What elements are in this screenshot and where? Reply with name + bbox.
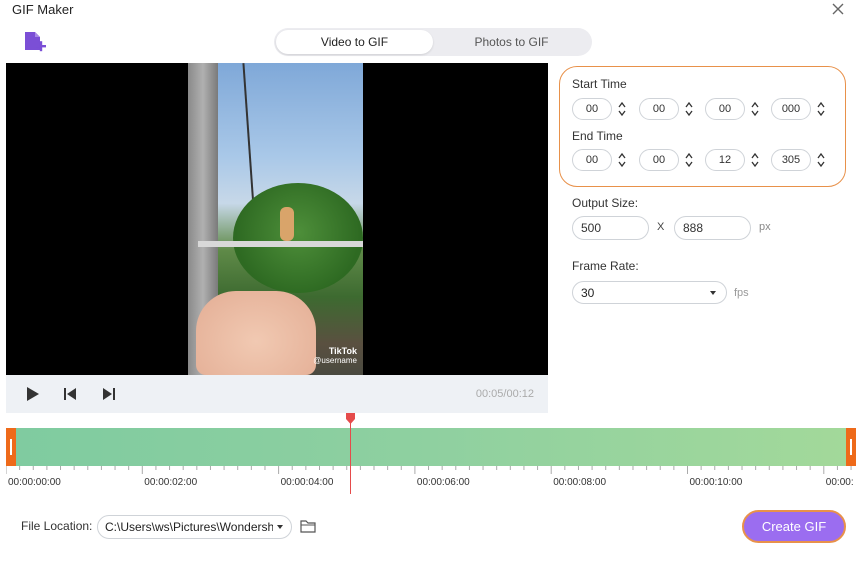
end-milliseconds-input[interactable]: 305 [771, 149, 811, 171]
timeline-ruler [6, 466, 852, 474]
file-location-value: C:\Users\ws\Pictures\Wondershare [105, 520, 273, 534]
hand [196, 291, 316, 375]
chevron-down-icon [708, 287, 718, 301]
folder-icon[interactable] [299, 517, 317, 535]
spin-arrows-icon[interactable] [615, 149, 629, 171]
window-title: GIF Maker [12, 2, 74, 17]
spin-arrows-icon[interactable] [814, 149, 828, 171]
file-location-label: File Location: [21, 519, 93, 533]
crossbar [198, 241, 363, 247]
end-minutes-stepper[interactable]: 00 [639, 148, 696, 172]
tree [233, 183, 363, 293]
add-file-icon[interactable] [22, 30, 48, 56]
spin-arrows-icon[interactable] [748, 98, 762, 120]
tiktok-watermark: TikTok @username [313, 346, 357, 365]
end-time-label: End Time [572, 129, 623, 143]
start-hours-input[interactable]: 00 [572, 98, 612, 120]
file-location-select[interactable]: C:\Users\ws\Pictures\Wondershare [97, 515, 292, 539]
watermark-logo-text: TikTok [328, 346, 357, 356]
trim-end-handle[interactable] [846, 428, 856, 466]
spin-arrows-icon[interactable] [682, 149, 696, 171]
end-seconds-input[interactable]: 12 [705, 149, 745, 171]
size-separator: X [657, 221, 665, 233]
timeline-tick-label: 00:00:02:00 [144, 477, 198, 488]
timeline-tick-label: 00:00:04:00 [280, 477, 334, 488]
player-controls: 00:05/00:12 [6, 375, 548, 413]
output-size-label: Output Size: [572, 196, 639, 210]
frame-rate-label: Frame Rate: [572, 259, 639, 273]
frame-rate-select[interactable]: 30 [572, 281, 727, 304]
timeline-tick-label: 00:00:00:00 [8, 477, 61, 488]
watermark-username: @username [313, 356, 357, 365]
frame-rate-value: 30 [581, 285, 595, 300]
create-gif-button[interactable]: Create GIF [742, 510, 846, 543]
end-seconds-stepper[interactable]: 12 [705, 148, 762, 172]
timeline-track[interactable] [6, 428, 856, 466]
next-frame-icon[interactable] [100, 385, 118, 403]
timeline-tick-label: 00:00: [825, 477, 854, 488]
spin-arrows-icon[interactable] [814, 98, 828, 120]
start-minutes-stepper[interactable]: 00 [639, 97, 696, 121]
end-hours-input[interactable]: 00 [572, 149, 612, 171]
spin-arrows-icon[interactable] [748, 149, 762, 171]
frame-rate-unit: fps [734, 287, 749, 299]
tab-video-to-gif[interactable]: Video to GIF [276, 30, 433, 54]
mode-tabs: Video to GIF Photos to GIF [274, 28, 592, 56]
timeline-tick-label: 00:00:06:00 [416, 477, 470, 488]
trim-start-handle[interactable] [6, 428, 16, 466]
start-milliseconds-stepper[interactable]: 000 [771, 97, 828, 121]
close-icon[interactable] [829, 0, 847, 18]
spin-arrows-icon[interactable] [615, 98, 629, 120]
output-height-input[interactable]: 888 [674, 216, 751, 240]
cat [280, 207, 294, 241]
video-preview[interactable]: TikTok @username [6, 63, 548, 375]
timeline-tick-label: 00:00:10:00 [689, 477, 743, 488]
start-time-label: Start Time [572, 77, 627, 91]
end-minutes-input[interactable]: 00 [639, 149, 679, 171]
playhead-line [350, 418, 351, 494]
output-size-unit: px [759, 221, 771, 233]
start-milliseconds-input[interactable]: 000 [771, 98, 811, 120]
chevron-down-icon [275, 521, 285, 535]
video-frame: TikTok @username [188, 63, 363, 375]
start-minutes-input[interactable]: 00 [639, 98, 679, 120]
tab-photos-to-gif[interactable]: Photos to GIF [433, 30, 590, 54]
output-width-input[interactable]: 500 [572, 216, 649, 240]
end-hours-stepper[interactable]: 00 [572, 148, 629, 172]
start-hours-stepper[interactable]: 00 [572, 97, 629, 121]
play-icon[interactable] [24, 385, 42, 403]
time-display: 00:05/00:12 [475, 388, 534, 400]
spin-arrows-icon[interactable] [682, 98, 696, 120]
start-seconds-input[interactable]: 00 [705, 98, 745, 120]
timeline-tick-label: 00:00:08:00 [553, 477, 607, 488]
end-milliseconds-stepper[interactable]: 305 [771, 148, 828, 172]
start-seconds-stepper[interactable]: 00 [705, 97, 762, 121]
previous-frame-icon[interactable] [61, 385, 79, 403]
playhead-handle[interactable] [346, 413, 355, 424]
